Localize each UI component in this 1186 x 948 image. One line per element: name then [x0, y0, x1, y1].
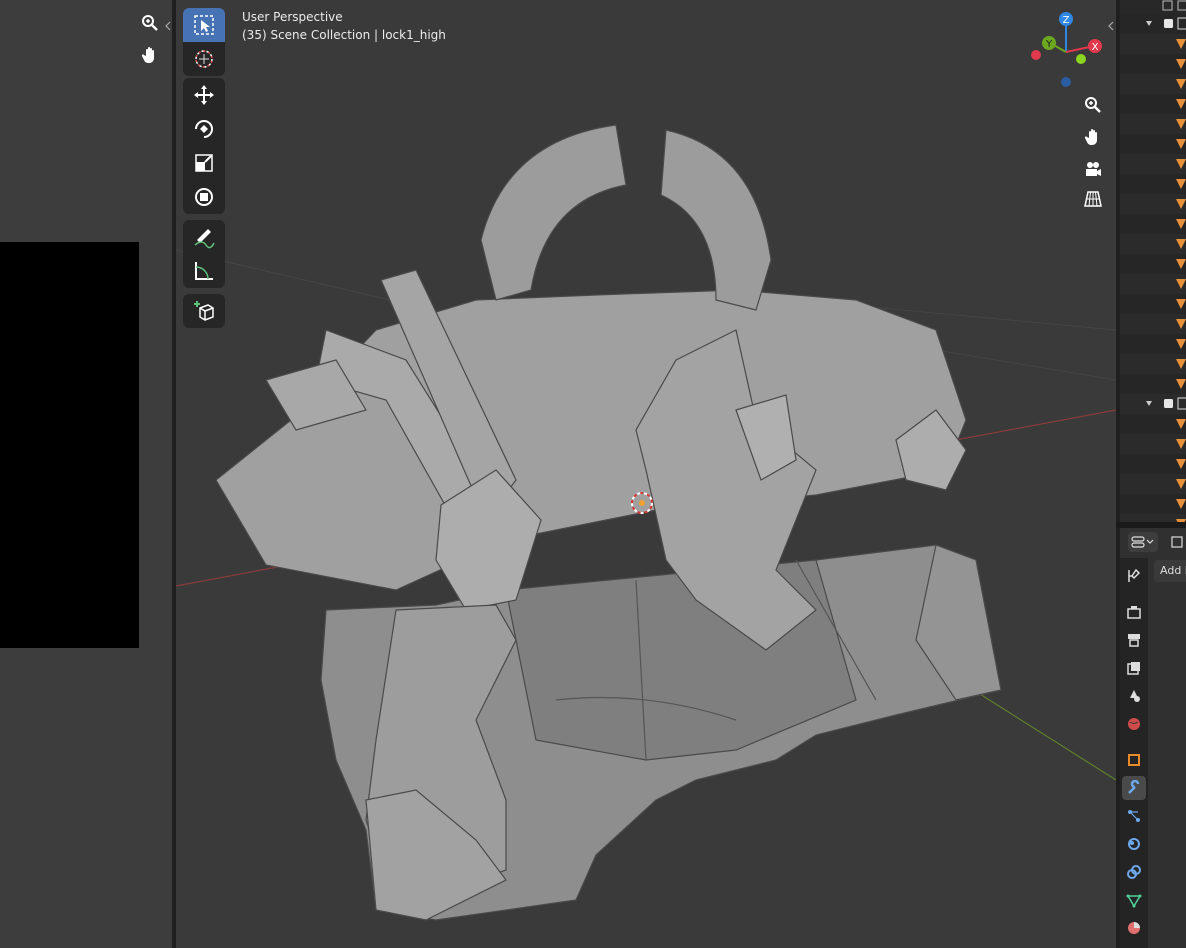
outliner-row[interactable]	[1120, 14, 1186, 34]
outliner-panel[interactable]	[1120, 0, 1186, 522]
outliner-row[interactable]	[1120, 434, 1186, 454]
outliner-row[interactable]	[1120, 374, 1186, 394]
navigation-gizmo[interactable]: Z Y X	[1028, 10, 1108, 90]
render-icon[interactable]	[1122, 600, 1146, 624]
outliner-row[interactable]	[1120, 94, 1186, 114]
outliner-row[interactable]	[1120, 214, 1186, 234]
gizmo-y-label: Y	[1045, 39, 1053, 50]
tool-icon[interactable]	[1122, 564, 1146, 588]
collapse-arrow-icon[interactable]	[1108, 16, 1114, 31]
collection-label: (35) Scene Collection | lock1_high	[242, 28, 446, 42]
add-modifier-label: Add M	[1160, 564, 1186, 577]
hand-pan-icon[interactable]	[1080, 124, 1106, 150]
outliner-row[interactable]	[1120, 74, 1186, 94]
move-icon[interactable]	[183, 78, 225, 112]
filter-checkbox-icon[interactable]	[1162, 0, 1173, 11]
outliner-row[interactable]	[1120, 234, 1186, 254]
gizmo-x-label: X	[1092, 42, 1099, 53]
outliner-row[interactable]	[1120, 254, 1186, 274]
outliner-row[interactable]	[1120, 474, 1186, 494]
outliner-row[interactable]	[1120, 154, 1186, 174]
constraints-icon[interactable]	[1122, 860, 1146, 884]
editor-type-dropdown[interactable]	[1128, 532, 1158, 552]
add-modifier-button[interactable]: Add M	[1154, 560, 1186, 582]
add-cube-icon[interactable]	[183, 294, 225, 328]
camera-icon[interactable]	[1080, 156, 1106, 182]
cursor-icon[interactable]	[183, 42, 225, 76]
grid-perspective-icon[interactable]	[1080, 186, 1106, 212]
collapse-arrow-icon[interactable]	[165, 16, 171, 31]
view-mode-label: User Perspective	[242, 10, 343, 24]
hand-pan-icon[interactable]	[137, 42, 163, 68]
modifier-icon[interactable]	[1122, 776, 1146, 800]
3d-viewport[interactable]: User Perspective (35) Scene Collection |…	[176, 0, 1116, 948]
outliner-row[interactable]	[1120, 494, 1186, 514]
outliner-row[interactable]	[1120, 274, 1186, 294]
zoom-icon[interactable]	[137, 10, 163, 36]
object-icon[interactable]	[1122, 748, 1146, 772]
outliner-row[interactable]	[1120, 514, 1186, 522]
outliner-row[interactable]	[1120, 314, 1186, 334]
rotate-icon[interactable]	[183, 112, 225, 146]
output-icon[interactable]	[1122, 628, 1146, 652]
outliner-row[interactable]	[1120, 454, 1186, 474]
gizmo-z-label: Z	[1063, 15, 1070, 26]
zoom-icon[interactable]	[1080, 92, 1106, 118]
measure-icon[interactable]	[183, 254, 225, 288]
annotate-icon[interactable]	[183, 220, 225, 254]
properties-tabs	[1120, 558, 1148, 948]
world-icon[interactable]	[1122, 712, 1146, 736]
select-box-icon[interactable]	[183, 8, 225, 42]
outliner-row[interactable]	[1120, 114, 1186, 134]
particles-icon[interactable]	[1122, 804, 1146, 828]
outliner-row[interactable]	[1120, 174, 1186, 194]
outliner-row[interactable]	[1120, 54, 1186, 74]
chest-model[interactable]	[215, 124, 1002, 921]
data-icon[interactable]	[1122, 888, 1146, 912]
outliner-row[interactable]	[1120, 354, 1186, 374]
outliner-row[interactable]	[1120, 394, 1186, 414]
outliner-row[interactable]	[1120, 194, 1186, 214]
view-layer-icon[interactable]	[1122, 656, 1146, 680]
material-icon[interactable]	[1122, 916, 1146, 940]
left-image-panel	[0, 242, 139, 648]
pin-icon[interactable]	[1168, 532, 1186, 552]
outliner-row[interactable]	[1120, 34, 1186, 54]
tool-shelf	[183, 8, 225, 334]
physics-icon[interactable]	[1122, 832, 1146, 856]
outliner-row[interactable]	[1120, 294, 1186, 314]
checkbox-icon[interactable]	[1164, 399, 1173, 408]
filter-icon[interactable]	[1177, 0, 1186, 11]
outliner-row[interactable]	[1120, 134, 1186, 154]
checkbox-icon[interactable]	[1164, 19, 1173, 28]
transform-icon[interactable]	[183, 180, 225, 214]
scene-icon[interactable]	[1122, 684, 1146, 708]
scale-icon[interactable]	[183, 146, 225, 180]
outliner-row[interactable]	[1120, 414, 1186, 434]
outliner-row[interactable]	[1120, 334, 1186, 354]
